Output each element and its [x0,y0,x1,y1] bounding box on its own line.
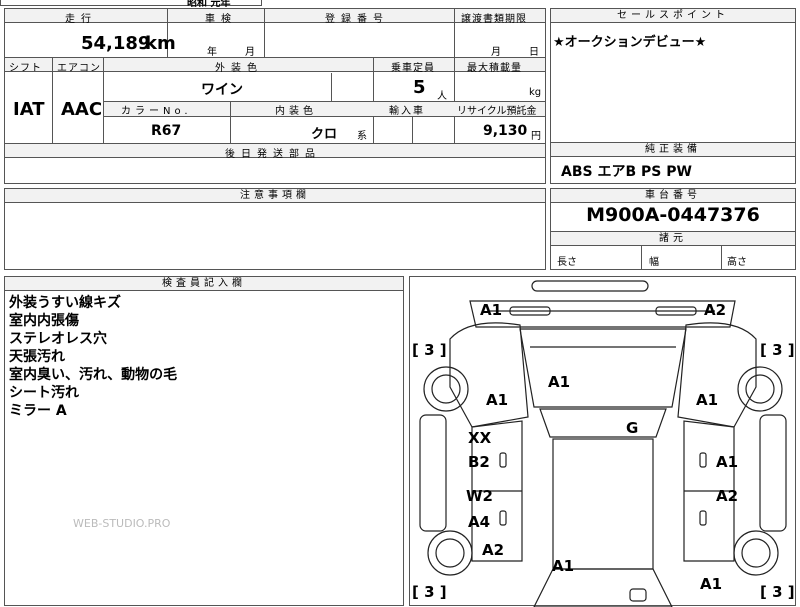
import-label: 輸入車 [389,106,425,117]
watermark: WEB-STUDIO.PRO [73,517,171,530]
mark-right-fender: A1 [696,391,719,409]
aircon-label: エアコン [57,63,101,74]
color-no-label: カラーNo. [121,106,192,117]
car-diagram-box: A1 A2 [ 3 ] [ 3 ] A1 A1 A1 G XX B2 A1 W2… [409,276,796,607]
standard-equipment-box: 純正装備 ABS エアB PS PW [550,142,796,184]
interior-color-label: 内装色 [275,106,317,117]
mark-trunk: A1 [552,557,575,575]
inspector-note: シート汚れ [9,385,79,401]
inspector-note: 室内内張傷 [9,313,79,329]
chassis-box: 車台番号 M900A-0447376 諸元 長さ 幅 高さ [550,188,796,270]
mark-left-rear-door-1: W2 [466,487,493,505]
interior-color-suffix: 系 [357,131,367,142]
chassis-value: M900A-0447376 [586,204,760,226]
mark-front-right: A2 [704,301,727,319]
length-label: 長さ [557,257,577,268]
caution-header: 注意事項欄 [5,189,545,203]
shift-value: IAT [13,99,45,120]
mileage-label: 走行 [65,14,97,25]
inspector-label: 検査員記入欄 [162,278,246,289]
vehicle-info-grid: 走行 車検 登録番号 譲渡書類期限 54,189 km 年 月 月 日 シフト … [4,8,546,184]
later-parts-label: 後日発送部品 [225,149,321,160]
mileage-value: 54,189 [81,33,151,54]
max-load-unit: kg [529,87,542,98]
dimensions-label: 諸元 [659,233,687,244]
top-strip: 昭和 元年 [0,0,262,9]
inspector-header: 検査員記入欄 [5,277,403,291]
mark-roof: G [626,419,639,437]
mark-right-front-door: A1 [716,453,739,471]
standard-equipment-label: 純正装備 [645,144,701,155]
mark-left-rear-quarter: A2 [482,541,505,559]
exterior-color-value: ワイン [201,82,243,98]
mark-left-bracket-bottom: [ 3 ] [412,583,447,601]
inspector-note: 外装うすい線キズ [9,295,121,311]
deadline-month: 月 [491,47,501,58]
color-no-value: R67 [151,123,182,139]
standard-equipment-header: 純正装備 [551,143,795,157]
mark-right-bracket-top: [ 3 ] [760,341,795,359]
mileage-unit: km [145,33,176,54]
height-label: 高さ [727,257,747,268]
recycle-label: リサイクル預託金 [457,106,537,117]
inspector-note: ミラー A [9,403,67,419]
recycle-unit: 円 [531,131,541,142]
exterior-color-label: 外装色 [215,63,263,74]
width-label: 幅 [649,257,659,268]
caution-box: 注意事項欄 [4,188,546,270]
inspector-note: ステレオレス穴 [9,331,107,347]
mark-left-front-door-2: B2 [468,453,490,471]
chassis-label: 車台番号 [645,190,701,201]
dimensions-header: 諸元 [551,232,795,246]
interior-color-value: クロ [311,127,338,142]
capacity-unit: 人 [437,91,447,102]
standard-equipment-value: ABS エアB PS PW [561,164,692,180]
max-load-label: 最大積載量 [467,63,522,74]
inspector-box: 検査員記入欄 外装うすい線キズ 室内内張傷 ステレオレス穴 天張汚れ 室内臭い、… [4,276,404,606]
transfer-deadline-label: 譲渡書類期限 [461,14,527,25]
sales-point-box: セールスポイント ★オークションデビュー★ [550,8,796,144]
inspector-note: 天張汚れ [9,349,65,365]
aircon-value: AAC [61,99,103,120]
inspector-notes-list: 外装うすい線キズ 室内内張傷 ステレオレス穴 天張汚れ 室内臭い、汚れ、動物の毛… [9,294,177,420]
sales-point-text: ★オークションデビュー★ [553,35,707,50]
inspection-year-unit: 年 [207,47,217,58]
mark-right-rear-door: A2 [716,487,739,505]
sales-point-header: セールスポイント [551,9,795,23]
registration-label: 登録番号 [325,14,389,25]
inspector-note: 室内臭い、汚れ、動物の毛 [9,367,178,383]
chassis-header: 車台番号 [551,189,795,203]
recycle-value: 9,130 [483,123,528,139]
mark-right-bracket-bottom: [ 3 ] [760,583,795,601]
capacity-value: 5 [413,77,426,98]
shift-label: シフト [9,63,42,74]
caution-label: 注意事項欄 [240,190,310,201]
mark-right-rear: A1 [700,575,723,593]
mark-left-bracket-top: [ 3 ] [412,341,447,359]
mark-left-rear-door-2: A4 [468,513,491,531]
deadline-day: 日 [529,47,539,58]
inspection-label: 車検 [205,14,237,25]
capacity-label: 乗車定員 [391,63,435,74]
mark-left-front-door-1: XX [468,429,492,447]
sales-point-label: セールスポイント [617,10,729,21]
mark-left-fender: A1 [486,391,509,409]
mark-front-left: A1 [480,301,503,319]
inspection-month-unit: 月 [245,47,255,58]
mark-hood: A1 [548,373,571,391]
